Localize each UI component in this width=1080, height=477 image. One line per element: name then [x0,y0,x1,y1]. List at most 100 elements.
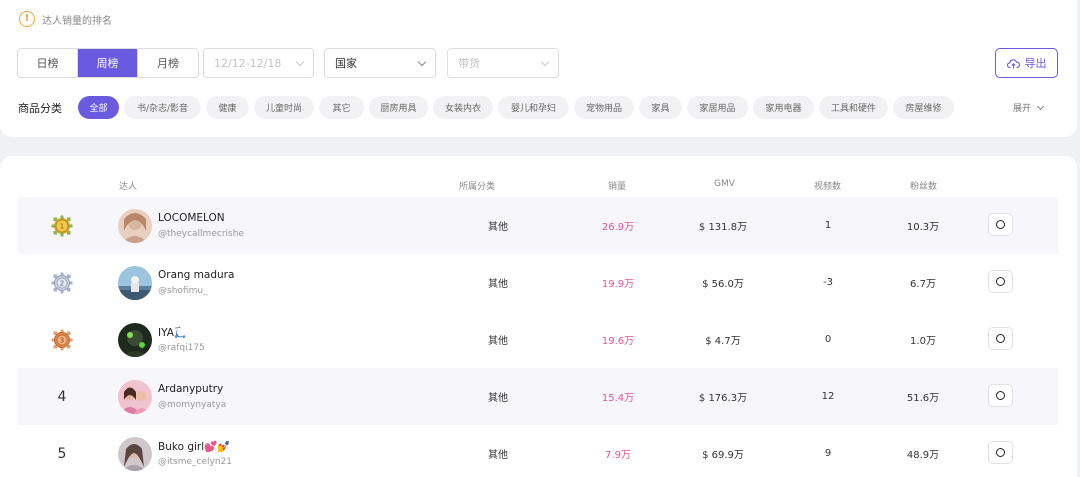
sales-cell: 15.4万 [601,393,635,404]
fans-cell: 10.3万 [906,222,940,233]
col-header-category: 所属分类 [459,182,496,192]
table-row[interactable]: 3 IYA🛴 @rafqi175 其他 19.6万 $ 4.7万 0 1.0万 [18,311,1058,368]
rank-number: 4 [57,388,67,405]
category-chip-health[interactable]: 健康 [206,96,249,119]
fans-cell: 6.7万 [910,279,936,290]
ranking-hint: ! 达人销量的排名 [19,11,112,27]
expand-label: 展开 [1013,104,1032,114]
influencer-handle: @itsme_celyn21 [158,457,232,467]
info-icon: ! [19,11,35,27]
circle-icon [996,391,1005,400]
category-chip-all[interactable]: 全部 [78,96,119,119]
avatar[interactable] [118,437,152,471]
detail-button[interactable] [988,384,1013,407]
fans-cell: 1.0万 [910,336,936,347]
table-row[interactable]: 5 Buko girl💕💅 @itsme_celyn21 其他 7.9万 $ 6… [18,425,1058,477]
col-header-fans: 粉丝数 [910,182,938,192]
influencer-name[interactable]: IYA🛴 [158,326,187,339]
rank-cell: 5 [38,425,86,477]
svg-text:3: 3 [60,336,64,344]
cloud-upload-icon [1006,58,1020,68]
category-chip-books[interactable]: 书/杂志/影音 [124,96,201,119]
table-row[interactable]: 2 Orang madura @shofimu_ 其他 19.9万 $ 56.0… [18,254,1058,311]
tab-daily[interactable]: 日榜 [18,49,78,77]
category-chip-home[interactable]: 家居用品 [687,96,748,119]
col-header-sales: 销量 [608,182,627,192]
influencer-handle: @theycallmecrishe [158,229,244,239]
chevron-down-icon [1036,102,1045,110]
table-row[interactable]: 1 LOCOMELON @theycallmecrishe 其他 26.9万 $… [18,197,1058,254]
col-header-gmv: GMV [714,179,735,189]
videos-cell: 0 [824,334,832,345]
avatar[interactable] [118,380,152,414]
category-label: 商品分类 [18,102,62,115]
gold-medal-icon: 1 [51,215,73,236]
date-range-value: 12/12-12/18 [214,56,282,70]
country-value: 国家 [335,57,357,70]
influencer-handle: @rafqi175 [158,343,205,353]
influencer-handle: @momynyatya [158,400,227,410]
sales-cell: 26.9万 [601,222,635,233]
sell-goods-select[interactable]: 带货 [447,48,559,78]
sales-cell: 7.9万 [605,450,631,461]
export-button[interactable]: 导出 [995,48,1058,78]
chevron-down-icon [295,57,305,66]
category-chip-kitchen[interactable]: 厨房用具 [369,96,428,119]
category-chip-furniture[interactable]: 家具 [639,96,682,119]
detail-button[interactable] [988,327,1013,350]
export-label: 导出 [1024,57,1047,70]
detail-button[interactable] [988,213,1013,236]
expand-categories-button[interactable]: 展开 [1013,101,1045,114]
rank-cell: 3 [38,311,86,368]
sales-cell: 19.6万 [601,336,635,347]
detail-button[interactable] [988,441,1013,464]
gmv-cell: $ 176.3万 [698,393,748,404]
circle-icon [996,277,1005,286]
category-cell: 其他 [488,450,508,461]
category-cell: 其他 [488,222,508,233]
filter-panel: ! 达人销量的排名 日榜 周榜 月榜 12/12-12/18 国家 带货 导出 … [0,0,1077,137]
avatar[interactable] [118,209,152,243]
category-chip-kids-fashion[interactable]: 儿童时尚 [254,96,314,119]
rank-cell: 2 [38,254,86,311]
videos-cell: 9 [824,448,832,459]
videos-cell: -3 [823,277,833,288]
svg-text:1: 1 [60,222,64,230]
avatar[interactable] [118,323,152,357]
table-row[interactable]: 4 Ardanyputry @momynyatya 其他 15.4万 $ 176… [18,368,1058,425]
sell-goods-value: 带货 [458,57,480,70]
category-cell: 其他 [488,393,508,404]
category-cell: 其他 [488,279,508,290]
fans-cell: 51.6万 [906,393,940,404]
bronze-medal-icon: 3 [51,329,73,350]
fans-cell: 48.9万 [906,450,940,461]
category-chip-home-repair[interactable]: 房屋维修 [893,96,954,119]
influencer-name[interactable]: Ardanyputry [158,383,223,395]
influencer-name[interactable]: Orang madura [158,269,234,281]
hint-text: 达人销量的排名 [42,15,112,27]
gmv-cell: $ 131.8万 [698,222,748,233]
tab-monthly[interactable]: 月榜 [138,49,198,77]
tab-weekly[interactable]: 周榜 [78,49,138,77]
date-range-select[interactable]: 12/12-12/18 [203,48,314,78]
influencer-name[interactable]: Buko girl💕💅 [158,440,230,453]
category-cell: 其他 [488,336,508,347]
category-chip-other[interactable]: 其它 [319,96,364,119]
category-chip-baby[interactable]: 婴儿和孕妇 [498,96,569,119]
influencer-name[interactable]: LOCOMELON [158,212,225,224]
category-chip-appliances[interactable]: 家用电器 [753,96,814,119]
chevron-down-icon [540,57,550,66]
ranking-table: 达人 所属分类 销量 GMV 视频数 粉丝数 1 LOCOMELON @they… [0,156,1077,477]
gmv-cell: $ 69.9万 [702,450,744,461]
col-header-influencer: 达人 [119,182,138,192]
circle-icon [996,448,1005,457]
category-chip-womenswear[interactable]: 女装内衣 [433,96,493,119]
avatar[interactable] [118,266,152,300]
detail-button[interactable] [988,270,1013,293]
category-chip-pets[interactable]: 宠物用品 [574,96,634,119]
sales-cell: 19.9万 [601,279,635,290]
category-chip-tools[interactable]: 工具和硬件 [819,96,888,119]
country-select[interactable]: 国家 [324,48,436,78]
videos-cell: 12 [821,391,835,402]
gmv-cell: $ 56.0万 [702,279,744,290]
